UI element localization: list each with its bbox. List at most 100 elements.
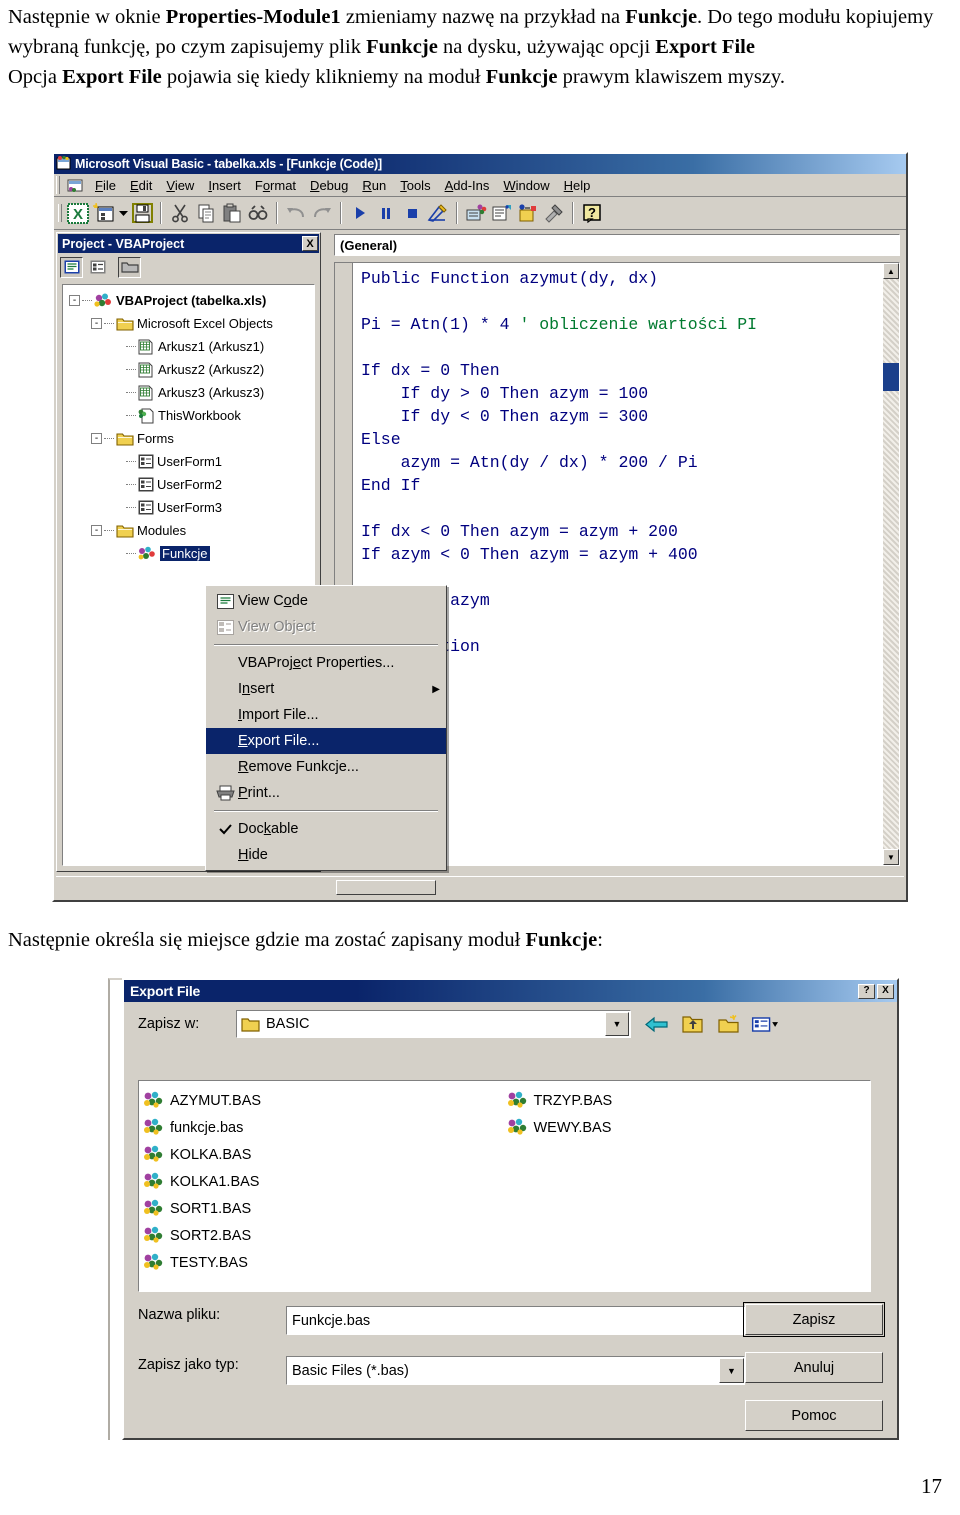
file-list-item[interactable]: SORT2.BAS [143, 1222, 361, 1249]
context-menu-item-dockable[interactable]: Dockable [206, 816, 446, 842]
tree-connector [126, 553, 136, 554]
back-icon[interactable] [643, 1011, 670, 1037]
toggle-folders-icon[interactable] [118, 256, 141, 278]
tree-item-label: Forms [137, 431, 174, 446]
tree-expander[interactable]: - [91, 525, 102, 536]
tree-item-arkusz3-arkusz3[interactable]: Arkusz3 (Arkusz3) [63, 381, 314, 404]
file-list-item[interactable]: AZYMUT.BAS [143, 1087, 361, 1114]
code-vertical-scrollbar[interactable]: ▲ ▼ [882, 263, 899, 865]
object-combo[interactable]: (General) [334, 234, 900, 256]
file-list-item[interactable]: TRZYP.BAS [507, 1087, 725, 1114]
toolbox-icon[interactable] [541, 201, 567, 226]
tree-item-funkcje[interactable]: Funkcje [63, 542, 314, 565]
tree-expander[interactable]: - [91, 433, 102, 444]
file-list[interactable]: AZYMUT.BAS funkcje.bas KOLKA.BAS KOLKA1.BAS… [138, 1080, 871, 1292]
paste-icon[interactable] [219, 201, 245, 226]
horizontal-scroll-thumb[interactable] [336, 880, 436, 895]
menu-item-run[interactable]: Run [355, 176, 393, 195]
menu-item-edit[interactable]: Edit [123, 176, 159, 195]
close-icon[interactable]: X [877, 983, 894, 999]
menu-item-debug[interactable]: Debug [303, 176, 355, 195]
tree-item-thisworkbook[interactable]: ThisWorkbook [63, 404, 314, 427]
help-button[interactable]: Pomoc [745, 1400, 883, 1431]
toolbar-grip[interactable] [58, 204, 62, 222]
undo-icon[interactable] [283, 201, 309, 226]
context-menu-item-export-file[interactable]: Export File... [206, 728, 446, 754]
cut-icon[interactable] [167, 201, 193, 226]
insert-userform-icon[interactable] [91, 201, 117, 226]
tree-item-forms[interactable]: - Forms [63, 427, 314, 450]
help-icon[interactable]: ? [579, 201, 605, 226]
object-browser-icon[interactable] [515, 201, 541, 226]
save-icon[interactable] [129, 201, 155, 226]
view-object-icon [212, 619, 238, 635]
redo-icon[interactable] [309, 201, 335, 226]
menu-item-tools[interactable]: Tools [393, 176, 437, 195]
reset-icon[interactable] [399, 201, 425, 226]
break-icon[interactable] [373, 201, 399, 226]
file-list-item[interactable]: TESTY.BAS [143, 1249, 361, 1276]
menu-item-help[interactable]: Help [557, 176, 598, 195]
new-folder-icon[interactable] [715, 1011, 742, 1037]
scroll-up-arrow[interactable]: ▲ [883, 263, 899, 279]
properties-window-icon[interactable] [489, 201, 515, 226]
file-list-item[interactable]: KOLKA1.BAS [143, 1168, 361, 1195]
menu-item-format[interactable]: Format [248, 176, 303, 195]
copy-icon[interactable] [193, 201, 219, 226]
tree-item-userform3[interactable]: UserForm3 [63, 496, 314, 519]
tree-item-microsoft-excel-objects[interactable]: - Microsoft Excel Objects [63, 312, 314, 335]
project-explorer-icon[interactable] [463, 201, 489, 226]
context-menu-item-view-code[interactable]: View Code [206, 588, 446, 614]
view-code-icon[interactable] [60, 256, 83, 278]
vbe-control-icon[interactable] [63, 178, 88, 193]
save-button[interactable]: Zapisz [743, 1302, 885, 1337]
context-menu-item-import-file[interactable]: Import File... [206, 702, 446, 728]
view-excel-icon[interactable]: X [65, 201, 91, 226]
tree-item-arkusz2-arkusz2[interactable]: Arkusz2 (Arkusz2) [63, 358, 314, 381]
insert-dropdown-icon[interactable] [117, 201, 129, 226]
run-icon[interactable] [347, 201, 373, 226]
menubar-grip[interactable] [56, 176, 60, 194]
menu-item-add-ins[interactable]: Add-Ins [438, 176, 497, 195]
menu-item-window[interactable]: Window [496, 176, 556, 195]
context-menu-item-print[interactable]: Print... [206, 780, 446, 806]
chevron-down-icon[interactable]: ▼ [719, 1358, 744, 1383]
file-list-item[interactable]: funkcje.bas [143, 1114, 361, 1141]
context-menu-item-vbaproject-properties[interactable]: VBAProject Properties... [206, 650, 446, 676]
export-file-dialog: Export File ? X Zapisz w: BASIC ▼ AZYMUT… [122, 978, 899, 1440]
tree-item-modules[interactable]: - Modules [63, 519, 314, 542]
find-icon[interactable] [245, 201, 271, 226]
chevron-down-icon[interactable]: ▼ [605, 1012, 629, 1036]
context-menu-item-insert[interactable]: Insert ▶ [206, 676, 446, 702]
look-in-combo[interactable]: BASIC ▼ [236, 1010, 631, 1038]
tree-expander[interactable]: - [91, 318, 102, 329]
file-list-item[interactable]: KOLKA.BAS [143, 1141, 361, 1168]
file-list-item[interactable]: SORT1.BAS [143, 1195, 361, 1222]
scrollbar-thumb[interactable] [883, 363, 899, 391]
views-icon[interactable] [751, 1011, 778, 1037]
close-icon[interactable]: X [302, 236, 318, 251]
menu-item-insert[interactable]: Insert [201, 176, 248, 195]
help-icon[interactable]: ? [858, 983, 875, 999]
folder-icon [241, 1017, 260, 1032]
file-name-label: Nazwa pliku: [138, 1307, 221, 1323]
context-menu-item-remove-funkcje[interactable]: Remove Funkcje... [206, 754, 446, 780]
file-list-item[interactable]: WEWY.BAS [507, 1114, 725, 1141]
tree-item-vbaproject-tabelka-xls[interactable]: - VBAProject (tabelka.xls) [63, 289, 314, 312]
design-mode-icon[interactable] [425, 201, 451, 226]
up-one-level-icon[interactable] [679, 1011, 706, 1037]
tree-item-arkusz1-arkusz1[interactable]: Arkusz1 (Arkusz1) [63, 335, 314, 358]
tree-item-userform1[interactable]: UserForm1 [63, 450, 314, 473]
tree-expander[interactable]: - [69, 295, 80, 306]
view-object-icon[interactable] [86, 256, 109, 278]
tree-item-userform2[interactable]: UserForm2 [63, 473, 314, 496]
cancel-button[interactable]: Anuluj [745, 1352, 883, 1383]
menu-item-file[interactable]: File [88, 176, 123, 195]
save-as-type-combo[interactable]: Basic Files (*.bas) ▼ [286, 1356, 745, 1385]
project-context-menu[interactable]: View Code View Object VBAProject Propertie… [205, 585, 447, 871]
context-menu-item-hide[interactable]: Hide [206, 842, 446, 868]
scroll-down-arrow[interactable]: ▼ [883, 849, 899, 865]
basic-module-icon [507, 1091, 529, 1110]
menu-item-view[interactable]: View [159, 176, 201, 195]
file-name-input[interactable]: Funkcje.bas [286, 1306, 745, 1335]
